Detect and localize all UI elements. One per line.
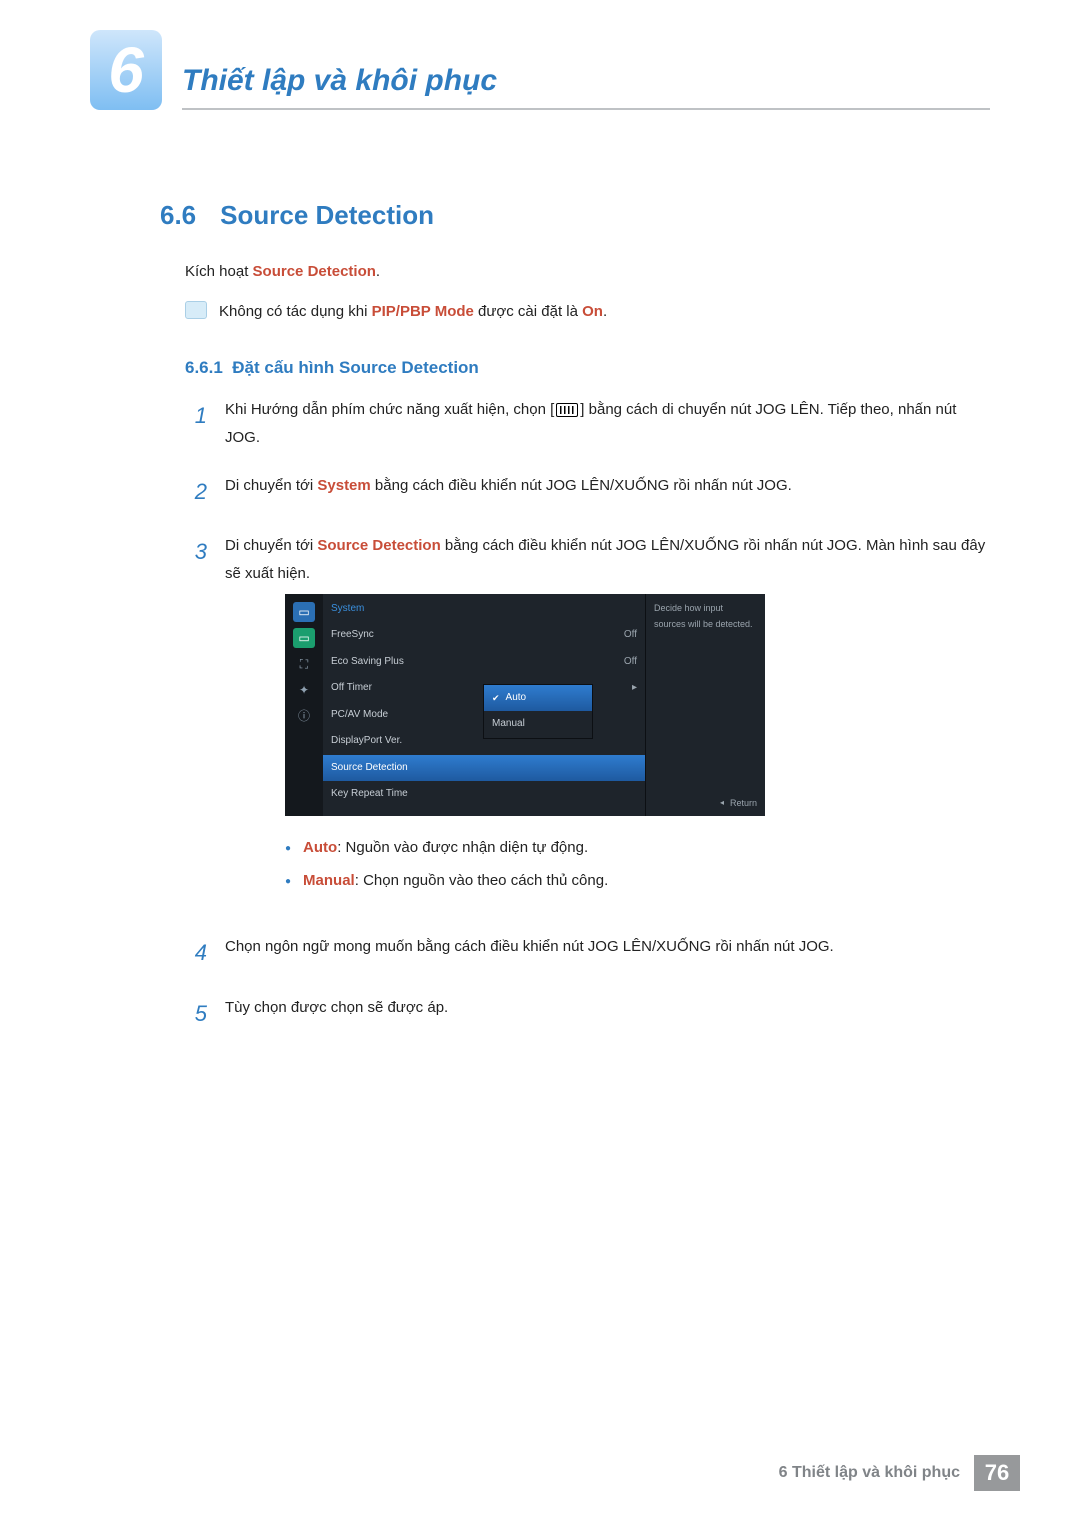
- osd-row-source-detection: Source Detection: [323, 755, 645, 782]
- step-number: 4: [185, 933, 207, 974]
- text: Không có tác dụng khi: [219, 303, 372, 320]
- osd-main: System FreeSyncOff Eco Saving PlusOff Of…: [323, 594, 645, 816]
- menu-icon: [556, 403, 578, 417]
- osd-icon-pip: ▭: [293, 628, 315, 648]
- footer-chapter-label: 6 Thiết lập và khôi phục: [779, 1464, 960, 1482]
- term-on: On: [582, 303, 603, 320]
- chapter-header: 6 Thiết lập và khôi phục: [90, 30, 990, 110]
- osd-icon-info: ⓘ: [293, 706, 315, 726]
- note: Không có tác dụng khi PIP/PBP Mode được …: [185, 299, 990, 325]
- step-2: 2 Di chuyển tới System bằng cách điều kh…: [185, 472, 990, 513]
- term-system: System: [317, 477, 370, 494]
- osd-icon-display: ⛶: [293, 654, 315, 674]
- text: .: [376, 263, 380, 280]
- section-number: 6.6: [160, 200, 196, 231]
- text: Di chuyển tới: [225, 477, 317, 494]
- section-title: Source Detection: [220, 200, 434, 231]
- chapter-number-badge: 6: [90, 30, 162, 110]
- osd-submenu: ✔Auto Manual: [483, 684, 593, 739]
- bullet-icon: ●: [285, 840, 291, 862]
- step-3: 3 Di chuyển tới Source Detection bằng cá…: [185, 532, 990, 913]
- term-source-detection: Source Detection: [253, 263, 376, 280]
- text: Di chuyển tới: [225, 537, 317, 554]
- term-pip-pbp: PIP/PBP Mode: [372, 303, 474, 320]
- step-number: 3: [185, 532, 207, 913]
- term-manual: Manual: [303, 872, 355, 889]
- text: Kích hoạt: [185, 263, 253, 280]
- bullet-manual: ● Manual: Chọn nguồn vào theo cách thủ c…: [285, 867, 990, 895]
- page-footer: 6 Thiết lập và khôi phục 76: [90, 1455, 1020, 1491]
- text: Chọn ngôn ngữ mong muốn bằng cách điều k…: [225, 933, 990, 974]
- bullet-auto: ● Auto: Nguồn vào được nhận diện tự động…: [285, 834, 990, 862]
- osd-sidebar: ▭ ▭ ⛶ ✦ ⓘ: [285, 594, 323, 816]
- text: bằng cách điều khiển nút JOG LÊN/XUỐNG r…: [371, 477, 792, 494]
- text: : Nguồn vào được nhận diện tự động.: [337, 839, 588, 856]
- osd-icon-picture: ▭: [293, 602, 315, 622]
- subsection-title: Đặt cấu hình Source Detection: [232, 358, 479, 377]
- subsection-number: 6.6.1: [185, 358, 223, 377]
- page-number: 76: [974, 1455, 1020, 1491]
- text: .: [603, 303, 607, 320]
- step-1: 1 Khi Hướng dẫn phím chức năng xuất hiện…: [185, 396, 990, 452]
- text: Khi Hướng dẫn phím chức năng xuất hiện, …: [225, 401, 554, 418]
- text: Tùy chọn được chọn sẽ được áp.: [225, 994, 990, 1035]
- bullet-icon: ●: [285, 873, 291, 895]
- step-5: 5 Tùy chọn được chọn sẽ được áp.: [185, 994, 990, 1035]
- osd-row-keyrepeat: Key Repeat Time: [323, 781, 645, 808]
- text: được cài đặt là: [474, 303, 582, 320]
- activate-line: Kích hoạt Source Detection.: [185, 259, 990, 285]
- step-number: 1: [185, 396, 207, 452]
- osd-help-text: Decide how input sources will be detecte…: [645, 594, 765, 816]
- osd-icon-system: ✦: [293, 680, 315, 700]
- text: : Chọn nguồn vào theo cách thủ công.: [355, 872, 609, 889]
- osd-option-auto: ✔Auto: [484, 685, 592, 712]
- note-icon: [185, 301, 207, 319]
- osd-row-freesync: FreeSyncOff: [323, 622, 645, 649]
- step-4: 4 Chọn ngôn ngữ mong muốn bằng cách điều…: [185, 933, 990, 974]
- osd-return: ◂Return: [720, 795, 757, 812]
- term-auto: Auto: [303, 839, 337, 856]
- subsection-heading: 6.6.1 Đặt cấu hình Source Detection: [185, 358, 990, 378]
- step-number: 5: [185, 994, 207, 1035]
- step-number: 2: [185, 472, 207, 513]
- osd-title: System: [323, 600, 645, 623]
- chapter-title: Thiết lập và khôi phục: [182, 64, 497, 98]
- term-source-detection: Source Detection: [317, 537, 440, 554]
- osd-screenshot: ▭ ▭ ⛶ ✦ ⓘ System FreeSyncOff Eco Saving …: [285, 594, 765, 816]
- section-heading: 6.6 Source Detection: [160, 200, 990, 231]
- osd-option-manual: Manual: [484, 711, 592, 738]
- osd-row-eco: Eco Saving PlusOff: [323, 649, 645, 676]
